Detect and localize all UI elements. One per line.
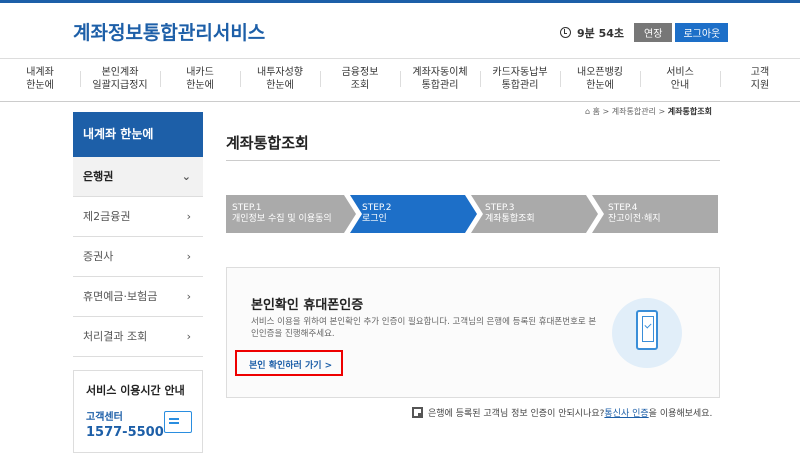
nav-item-investment[interactable]: 내투자성향 한눈에 bbox=[240, 59, 320, 101]
step-indicator: STEP.1 개인정보 수집 및 이용동의 STEP.2 로그인 STEP.3 … bbox=[226, 195, 718, 233]
nav-item-auto-transfer[interactable]: 계좌자동이체 통합관리 bbox=[400, 59, 480, 101]
nav-item-service-guide[interactable]: 서비스 안내 bbox=[640, 59, 720, 101]
sidebar-item-bank[interactable]: 은행권 ⌄ bbox=[73, 157, 203, 197]
chevron-right-icon: › bbox=[186, 330, 191, 343]
note-text-before: 은행에 등록된 고객님 정보 인증이 안되시나요? bbox=[428, 409, 605, 419]
step-2: STEP.2 로그인 bbox=[350, 195, 477, 233]
service-hours-title: 서비스 이용시간 안내 bbox=[86, 384, 185, 397]
title-divider bbox=[226, 160, 720, 161]
nav-item-payment-stop[interactable]: 본인계좌 일괄지급정지 bbox=[80, 59, 160, 101]
breadcrumb-parent[interactable]: 계좌통합관리 bbox=[612, 107, 656, 116]
sidebar-item-dormant[interactable]: 휴면예금·보험금 › bbox=[73, 277, 203, 317]
auth-description: 서비스 이용을 위하여 본인확인 추가 인증이 필요합니다. 고객님의 은행에 … bbox=[251, 317, 597, 339]
step-number: STEP.1 bbox=[232, 203, 262, 213]
chevron-down-icon: ⌄ bbox=[181, 170, 191, 183]
nav-item-financial-info[interactable]: 금융정보 조회 bbox=[320, 59, 400, 101]
carrier-auth-link[interactable]: 통신사 인증 bbox=[604, 406, 648, 419]
step-label: 개인정보 수집 및 이용동의 bbox=[232, 214, 332, 224]
sidebar-item-label: 휴면예금·보험금 bbox=[83, 290, 158, 303]
nav-item-card-auto-pay[interactable]: 카드자동납부 통합관리 bbox=[480, 59, 560, 101]
chevron-right-icon: › bbox=[186, 250, 191, 263]
step-number: STEP.3 bbox=[485, 203, 515, 213]
auth-help-note: 은행에 등록된 고객님 정보 인증이 안되시나요? 통신사 인증 을 이용해보세… bbox=[412, 406, 712, 419]
nav-item-support[interactable]: 고객 지원 bbox=[720, 59, 800, 101]
phone-illustration bbox=[612, 298, 682, 368]
phone-auth-box: 본인확인 휴대폰인증 서비스 이용을 위하여 본인확인 추가 인증이 필요합니다… bbox=[226, 267, 720, 398]
sidebar-item-label: 처리결과 조회 bbox=[83, 330, 148, 343]
sidebar-item-securities[interactable]: 증권사 › bbox=[73, 237, 203, 277]
chevron-right-icon: › bbox=[186, 210, 191, 223]
timer-text: 9분 54초 bbox=[577, 26, 625, 40]
step-label: 로그인 bbox=[362, 214, 387, 224]
session-timer: 9분 54초 연장 로그아웃 bbox=[560, 23, 729, 42]
sidebar-item-results[interactable]: 처리결과 조회 › bbox=[73, 317, 203, 357]
home-icon[interactable]: ⌂ bbox=[585, 107, 590, 116]
nav-item-my-accounts[interactable]: 내계좌 한눈에 bbox=[0, 59, 80, 101]
step-3: STEP.3 계좌통합조회 bbox=[471, 195, 598, 233]
chevron-right-icon: › bbox=[186, 290, 191, 303]
breadcrumb-current: 계좌통합조회 bbox=[667, 107, 712, 116]
verify-identity-link[interactable]: 본인 확인하러 가기 > bbox=[235, 350, 343, 376]
page-title: 계좌통합조회 bbox=[226, 134, 309, 152]
sidebar-title: 내계좌 한눈에 bbox=[73, 112, 203, 157]
step-number: STEP.4 bbox=[608, 203, 638, 213]
breadcrumb-home[interactable]: 홈 bbox=[593, 107, 600, 116]
calendar-icon bbox=[164, 411, 192, 433]
sidebar-item-secondary-finance[interactable]: 제2금융권 › bbox=[73, 197, 203, 237]
auth-title: 본인확인 휴대폰인증 bbox=[251, 298, 364, 313]
sidebar: 내계좌 한눈에 은행권 ⌄ 제2금융권 › 증권사 › 휴면예금·보험금 › 처… bbox=[73, 112, 203, 357]
smartphone-check-icon bbox=[636, 310, 658, 350]
breadcrumb-separator: > bbox=[602, 107, 610, 116]
sidebar-item-label: 은행권 bbox=[83, 170, 114, 183]
extend-button[interactable]: 연장 bbox=[634, 23, 673, 42]
logout-button[interactable]: 로그아웃 bbox=[675, 23, 729, 42]
step-number: STEP.2 bbox=[362, 203, 392, 213]
nav-item-open-banking[interactable]: 내오픈뱅킹 한눈에 bbox=[560, 59, 640, 101]
step-1: STEP.1 개인정보 수집 및 이용동의 bbox=[226, 195, 356, 233]
building-icon bbox=[412, 407, 423, 418]
step-label: 잔고이전·해지 bbox=[608, 214, 661, 224]
clock-icon bbox=[560, 27, 571, 38]
sidebar-item-label: 증권사 bbox=[83, 250, 114, 263]
sidebar-item-label: 제2금융권 bbox=[83, 210, 131, 223]
verify-identity-label: 본인 확인하러 가기 > bbox=[249, 361, 333, 371]
breadcrumb: ⌂ 홈 > 계좌통합관리 > 계좌통합조회 bbox=[585, 106, 712, 117]
service-hours-box[interactable]: 서비스 이용시간 안내 고객센터 1577-5500 bbox=[73, 370, 203, 453]
main-nav: 내계좌 한눈에 본인계좌 일괄지급정지 내카드 한눈에 내투자성향 한눈에 금융… bbox=[0, 58, 800, 102]
note-text-after: 을 이용해보세요. bbox=[648, 409, 713, 419]
step-label: 계좌통합조회 bbox=[485, 214, 535, 224]
site-logo[interactable]: 계좌정보통합관리서비스 bbox=[73, 18, 265, 45]
nav-item-my-cards[interactable]: 내카드 한눈에 bbox=[160, 59, 240, 101]
breadcrumb-separator: > bbox=[658, 107, 666, 116]
step-4: STEP.4 잔고이전·해지 bbox=[592, 195, 718, 233]
top-accent-bar bbox=[0, 0, 800, 3]
